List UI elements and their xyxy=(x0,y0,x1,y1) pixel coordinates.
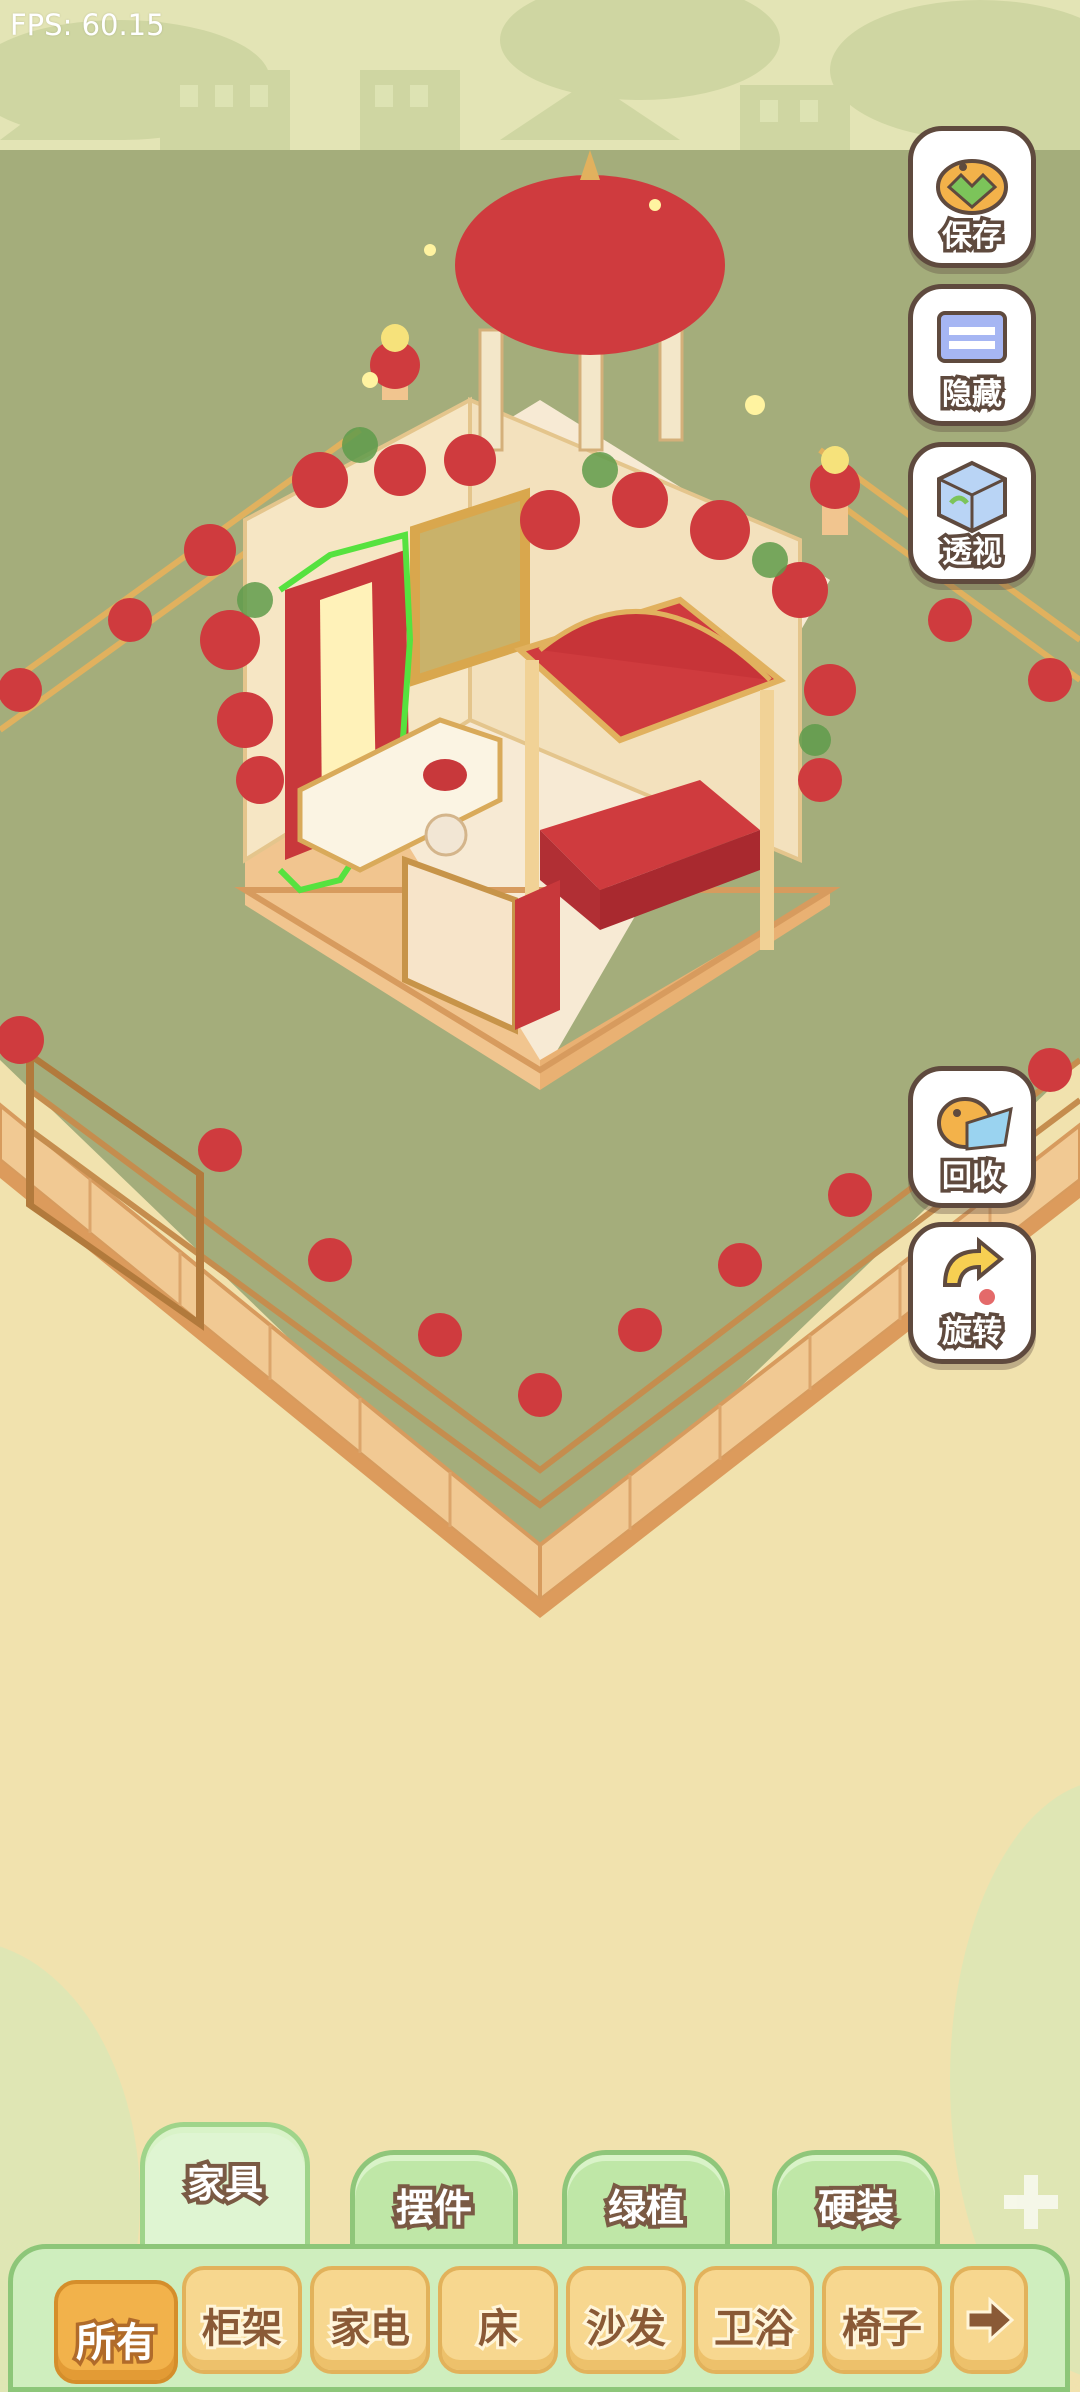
category-bathroom-label: 卫浴 xyxy=(711,2303,797,2355)
tab-hardware-label: 硬装 xyxy=(814,2182,898,2234)
tab-furniture[interactable]: 家具 xyxy=(140,2122,310,2253)
fps-counter: FPS: 60.15 xyxy=(10,8,165,42)
category-shelf[interactable]: 柜架 xyxy=(182,2266,302,2374)
duck-recycle-icon xyxy=(937,1097,1013,1151)
duck-save-icon xyxy=(936,159,1008,215)
category-shelf-label: 柜架 xyxy=(199,2303,285,2355)
category-sofa[interactable]: 沙发 xyxy=(566,2266,686,2374)
category-all-label: 所有 xyxy=(73,2317,160,2370)
next-category-button[interactable] xyxy=(950,2266,1028,2374)
hide-frame-icon xyxy=(937,311,1007,363)
category-appliance-label: 家电 xyxy=(327,2303,413,2355)
category-bed[interactable]: 床 xyxy=(438,2266,558,2374)
save-button[interactable]: 保存 xyxy=(908,126,1036,268)
rotate-icon xyxy=(942,1236,1005,1305)
category-chair[interactable]: 椅子 xyxy=(822,2266,942,2374)
tab-hardware[interactable]: 硬装 xyxy=(772,2150,940,2251)
category-bathroom[interactable]: 卫浴 xyxy=(694,2266,814,2374)
rose-painting[interactable] xyxy=(410,487,530,687)
hide-button[interactable]: 隐藏 xyxy=(908,284,1036,426)
save-label: 保存 xyxy=(939,216,1006,258)
rotate-button[interactable]: 旋转 xyxy=(908,1222,1036,1364)
cat-figurine[interactable] xyxy=(424,813,468,857)
xray-label: 透视 xyxy=(939,532,1006,574)
glass-cube-icon xyxy=(937,460,1007,534)
category-all[interactable]: 所有 xyxy=(54,2280,178,2384)
arrow-right-icon xyxy=(966,2296,1015,2344)
category-appliance[interactable]: 家电 xyxy=(310,2266,430,2374)
category-bed-label: 床 xyxy=(475,2303,521,2355)
recycle-button[interactable]: 回收 xyxy=(908,1066,1036,1208)
rotate-label: 旋转 xyxy=(939,1312,1006,1354)
tab-plants-label: 绿植 xyxy=(604,2182,688,2234)
tab-decor[interactable]: 摆件 xyxy=(350,2150,518,2251)
recycle-label: 回收 xyxy=(939,1156,1006,1198)
tab-plants[interactable]: 绿植 xyxy=(562,2150,730,2251)
tab-decor-label: 摆件 xyxy=(392,2182,476,2234)
tab-furniture-label: 家具 xyxy=(183,2158,267,2210)
category-sofa-label: 沙发 xyxy=(583,2303,669,2355)
xray-button[interactable]: 透视 xyxy=(908,442,1036,584)
hide-label: 隐藏 xyxy=(939,374,1006,416)
category-chair-label: 椅子 xyxy=(839,2303,925,2355)
